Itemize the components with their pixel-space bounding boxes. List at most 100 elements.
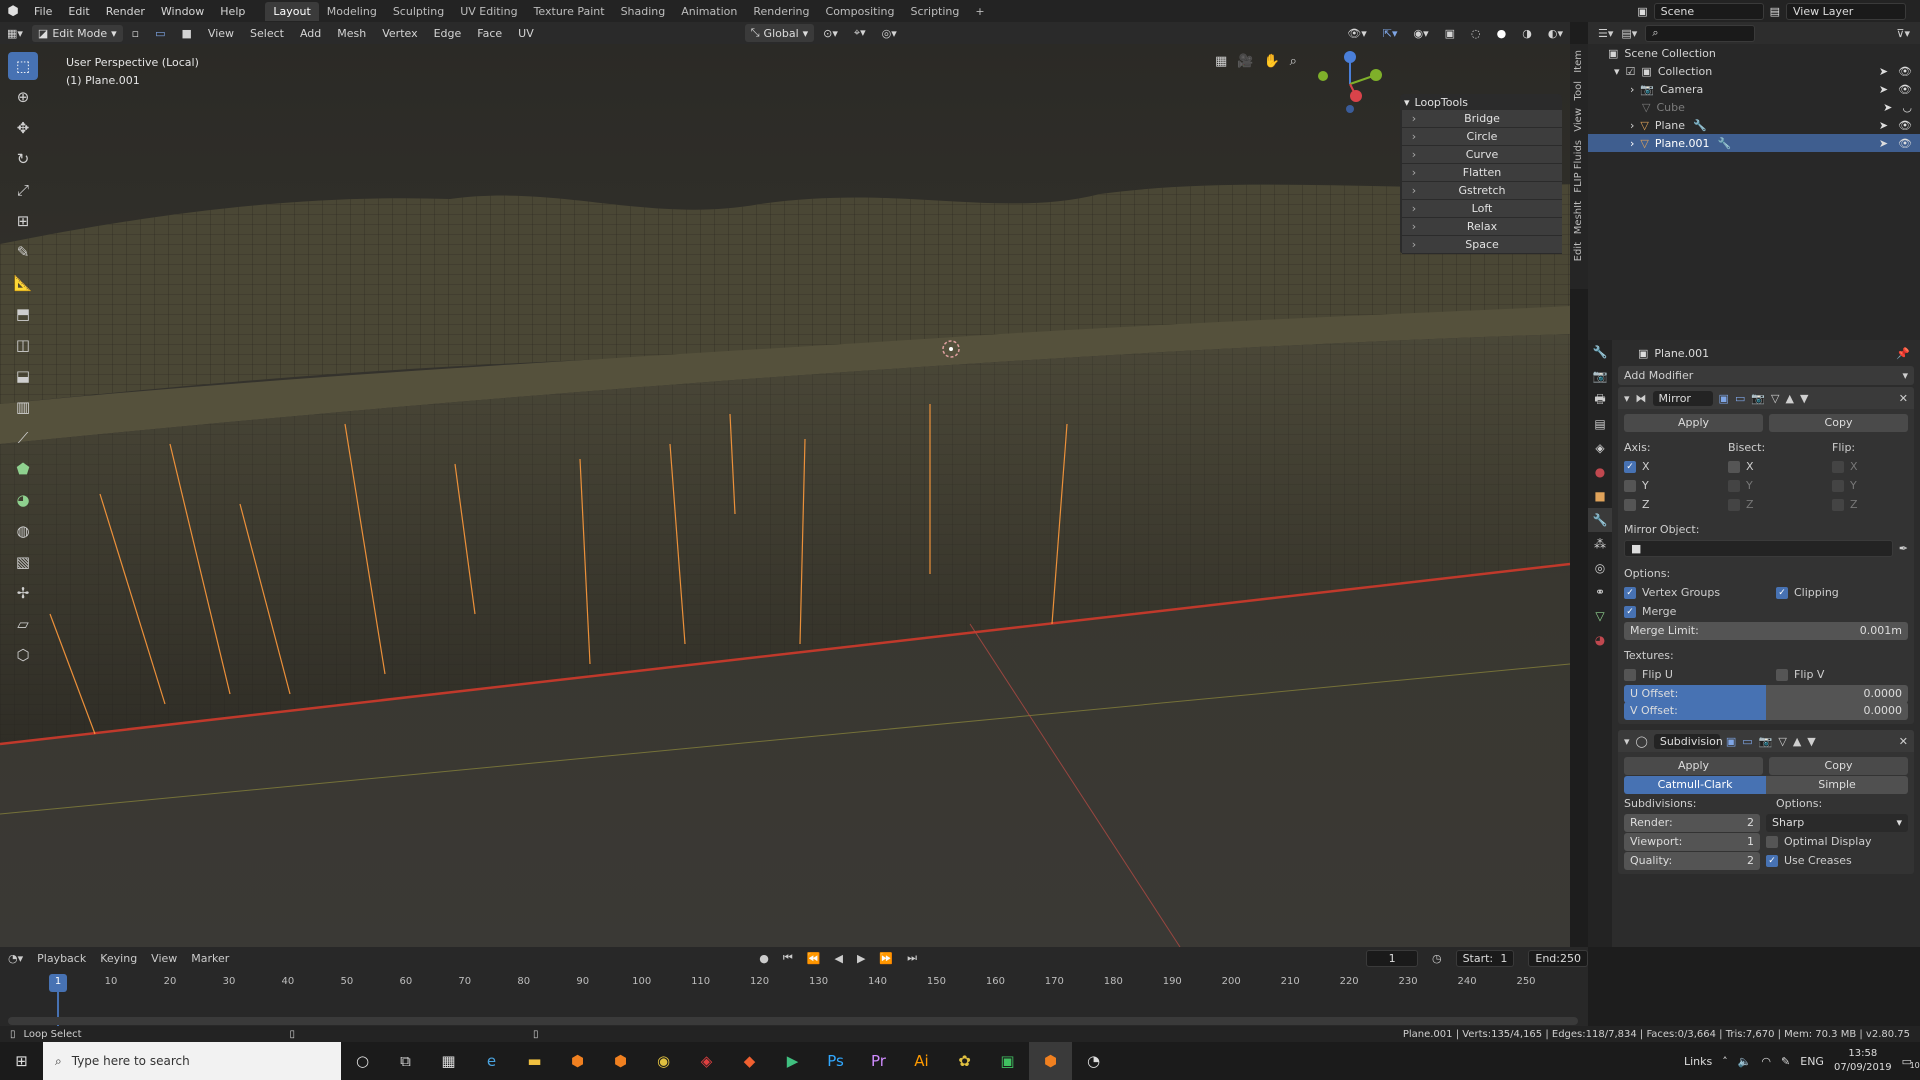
eyedropper-icon[interactable]: ✒	[1899, 542, 1908, 555]
gizmo-icon[interactable]: ⇱▾	[1376, 27, 1405, 40]
calculator-icon[interactable]: ▦	[427, 1042, 470, 1080]
notification-icon[interactable]: ▭ 10	[1902, 1055, 1920, 1070]
speaker-icon[interactable]: 🔈	[1738, 1055, 1752, 1068]
outliner-row-scene-collection[interactable]: ▣ Scene Collection	[1588, 44, 1920, 62]
move-down-icon[interactable]: ▼	[1800, 392, 1808, 405]
knife-tool-icon[interactable]: ⟋	[8, 424, 38, 452]
mirror-copy-button[interactable]: Copy	[1769, 413, 1908, 432]
mirror-object-field[interactable]: ■	[1624, 540, 1893, 557]
snap-icon[interactable]: ⌖▾	[847, 26, 873, 40]
timeline-scrollbar[interactable]	[8, 1017, 1578, 1025]
jump-start-icon[interactable]: ⏮	[783, 951, 793, 965]
looptools-space-button[interactable]: › Space	[1402, 236, 1562, 254]
taskbar-search-input[interactable]: ⌕ Type here to search	[43, 1042, 341, 1080]
eye-closed-icon[interactable]: ◡	[1902, 101, 1912, 114]
xray-icon[interactable]: ▣	[1438, 27, 1462, 40]
axis-z-checkbox[interactable]	[1624, 498, 1636, 511]
timeline-editor-icon[interactable]: ◔▾	[8, 952, 23, 965]
scene-selector[interactable]: Scene	[1653, 2, 1764, 20]
chevron-down-icon[interactable]: ▾	[1624, 735, 1630, 748]
extrude-tool-icon[interactable]: ⬒	[8, 300, 38, 328]
chrome-icon[interactable]: ◉	[642, 1042, 685, 1080]
bevel-tool-icon[interactable]: ⬓	[8, 362, 38, 390]
tab-edit[interactable]: Edit	[1573, 242, 1584, 261]
render-props-icon[interactable]: 📷	[1588, 364, 1612, 388]
clock[interactable]: 13:58 07/09/2019	[1834, 1047, 1892, 1075]
spin-tool-icon[interactable]: ◕	[8, 486, 38, 514]
outliner-row-cube[interactable]: ▽ Cube ➤ ◡	[1588, 98, 1920, 116]
edit-mode-toggle-icon[interactable]: ▣	[1726, 735, 1736, 748]
checkbox-icon[interactable]: ☑	[1626, 65, 1636, 78]
use-creases-checkbox[interactable]: ✓	[1766, 854, 1778, 867]
language-indicator[interactable]: ENG	[1800, 1055, 1824, 1068]
settings-app-icon[interactable]: ◔	[1072, 1042, 1115, 1080]
pivot-icon[interactable]: ⊙▾	[816, 27, 845, 40]
flip-v-checkbox[interactable]	[1776, 668, 1788, 681]
flip-z-checkbox[interactable]	[1832, 498, 1844, 511]
blender-logo-icon[interactable]: ⬢	[0, 4, 26, 19]
shading-solid-icon[interactable]: ●	[1490, 27, 1514, 40]
windows-start-icon[interactable]: ⊞	[0, 1042, 43, 1080]
boundary-smooth-dropdown[interactable]: Sharp ▾	[1766, 813, 1908, 832]
move-up-icon[interactable]: ▲	[1793, 735, 1801, 748]
edge-slide-tool-icon[interactable]: ▧	[8, 548, 38, 576]
tool-props-icon[interactable]: 🔧	[1588, 340, 1612, 364]
on-cage-toggle-icon[interactable]: ▽	[1771, 392, 1779, 405]
transform-orientation-selector[interactable]: ⤡ Global ▾	[744, 24, 815, 42]
eye-icon[interactable]: 👁	[1898, 83, 1912, 96]
illustrator-icon[interactable]: Ai	[900, 1042, 943, 1080]
task-view-icon[interactable]: ⧉	[384, 1042, 427, 1080]
workspace-tab-texture-paint[interactable]: Texture Paint	[526, 2, 613, 21]
workspace-tab-uv-editing[interactable]: UV Editing	[452, 2, 525, 21]
add-workspace-button[interactable]: +	[967, 2, 992, 21]
select-mode-edge-icon[interactable]: ▭	[148, 27, 172, 40]
pin-icon[interactable]: 📌	[1896, 347, 1910, 360]
viewport-toggle-icon[interactable]: ▭	[1735, 392, 1745, 405]
constraints-props-icon[interactable]: ⚭	[1588, 580, 1612, 604]
visibility-icon[interactable]: 👁▾	[1340, 27, 1374, 40]
viewport-toggle-icon[interactable]: ▭	[1742, 735, 1752, 748]
move-down-icon[interactable]: ▼	[1807, 735, 1815, 748]
particles-props-icon[interactable]: ⁂	[1588, 532, 1612, 556]
u-offset-slider[interactable]: U Offset: 0.0000	[1624, 684, 1908, 703]
chevron-down-icon[interactable]: ▾	[1624, 392, 1630, 405]
flip-y-checkbox[interactable]	[1832, 479, 1844, 492]
next-keyframe-icon[interactable]: ⏩	[879, 952, 893, 965]
loop-cut-tool-icon[interactable]: ▥	[8, 393, 38, 421]
menu-help[interactable]: Help	[212, 5, 253, 18]
editor-type-icon[interactable]: ▦▾	[0, 27, 30, 40]
annotate-tool-icon[interactable]: ✎	[8, 238, 38, 266]
menu-keying[interactable]: Keying	[100, 952, 137, 965]
material-props-icon[interactable]: ◕	[1588, 628, 1612, 652]
menu-timeline-view[interactable]: View	[151, 952, 177, 965]
close-icon[interactable]: ✕	[1899, 392, 1908, 405]
workspace-tab-layout[interactable]: Layout	[265, 1, 319, 21]
workspace-tab-modeling[interactable]: Modeling	[319, 2, 385, 21]
smooth-tool-icon[interactable]: ◍	[8, 517, 38, 545]
menu-uv[interactable]: UV	[511, 27, 541, 40]
subdivision-apply-button[interactable]: Apply	[1624, 756, 1763, 775]
catmull-clark-button[interactable]: Catmull-Clark	[1624, 775, 1766, 794]
looptools-curve-button[interactable]: › Curve	[1402, 146, 1562, 164]
modifier-props-icon[interactable]: 🔧	[1588, 508, 1612, 532]
workspace-tab-shading[interactable]: Shading	[613, 2, 674, 21]
cursor-tool-icon[interactable]: ⊕	[8, 83, 38, 111]
overlay-icon[interactable]: ◉▾	[1407, 27, 1436, 40]
poly-build-tool-icon[interactable]: ⬟	[8, 455, 38, 483]
select-arrow-icon[interactable]: ➤	[1879, 83, 1888, 96]
blender-running-icon[interactable]: ⬢	[1029, 1042, 1072, 1080]
play-store-icon[interactable]: ▶	[771, 1042, 814, 1080]
links-toolbar[interactable]: Links	[1684, 1055, 1712, 1068]
world-props-icon[interactable]: ●	[1588, 460, 1612, 484]
menu-marker[interactable]: Marker	[191, 952, 229, 965]
play-reverse-icon[interactable]: ◀	[834, 952, 842, 965]
vertex-groups-checkbox[interactable]: ✓	[1624, 586, 1636, 599]
shading-material-icon[interactable]: ◑	[1515, 27, 1539, 40]
optimal-display-checkbox[interactable]	[1766, 835, 1778, 848]
select-arrow-icon[interactable]: ➤	[1879, 137, 1888, 150]
select-mode-face-icon[interactable]: ■	[175, 27, 199, 40]
outliner-row-collection[interactable]: ▾ ☑ ▣ Collection ➤ 👁	[1588, 62, 1920, 80]
looptools-gstretch-button[interactable]: › Gstretch	[1402, 182, 1562, 200]
rotate-tool-icon[interactable]: ↻	[8, 145, 38, 173]
quality-field[interactable]: Quality: 2	[1624, 851, 1760, 870]
